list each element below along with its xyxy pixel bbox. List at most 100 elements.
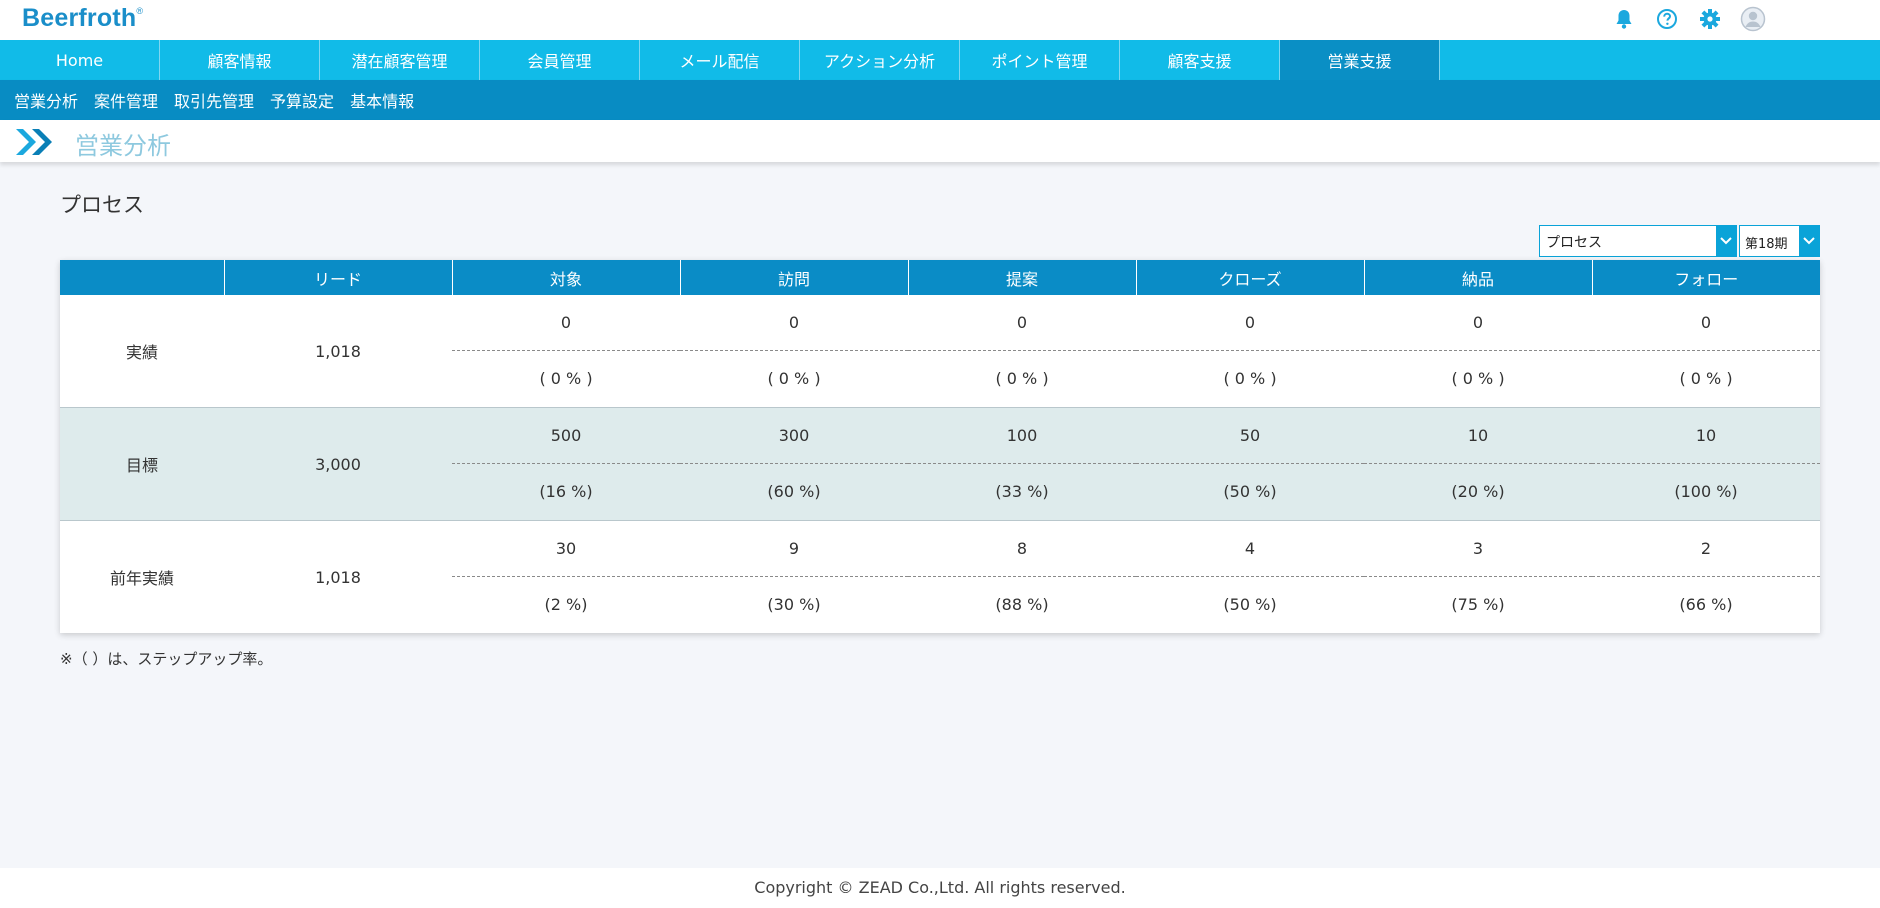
step-up-rate: ( 0 % ) xyxy=(767,369,821,388)
step-up-rate: (50 %) xyxy=(1223,595,1277,614)
column-header-delivery: 納品 xyxy=(1363,260,1592,295)
stage-cell: 300 (60 %) xyxy=(680,408,908,520)
step-up-rate: (16 %) xyxy=(539,482,593,501)
stage-value: 9 xyxy=(680,521,908,577)
stage-value: 2 xyxy=(1592,521,1820,577)
user-avatar-icon[interactable] xyxy=(1740,6,1766,32)
stage-cell: 10 (100 %) xyxy=(1592,408,1820,520)
logo-text: Beerfroth xyxy=(22,4,137,32)
page-title: 営業分析 xyxy=(75,132,171,160)
top-icons xyxy=(1611,6,1766,32)
step-up-rate: (2 %) xyxy=(544,595,588,614)
main-nav-home[interactable]: Home xyxy=(0,40,160,80)
lead-value: 1,018 xyxy=(315,341,361,361)
gear-icon[interactable] xyxy=(1697,6,1723,32)
table-row-actual: 実績 1,018 0 ( 0 % ) 0 ( 0 % ) 0 ( 0 % ) 0 ( 0… xyxy=(60,295,1820,408)
stage-cell: 0 ( 0 % ) xyxy=(1364,295,1592,407)
stage-cell: 0 ( 0 % ) xyxy=(452,295,680,407)
main-nav-action-analysis[interactable]: アクション分析 xyxy=(800,40,960,80)
help-icon[interactable] xyxy=(1654,6,1680,32)
table-header-row: リード 対象 訪問 提案 クローズ 納品 フォロー xyxy=(60,260,1820,295)
stage-value: 100 xyxy=(908,408,1136,464)
stage-cell: 0 ( 0 % ) xyxy=(680,295,908,407)
sub-nav-budget[interactable]: 予算設定 xyxy=(270,88,334,112)
stage-cell: 0 ( 0 % ) xyxy=(908,295,1136,407)
stage-value: 10 xyxy=(1592,408,1820,464)
main-nav: Home 顧客情報 潜在顧客管理 会員管理 メール配信 アクション分析 ポイント… xyxy=(0,40,1880,80)
row-label: 目標 xyxy=(60,407,224,521)
type-select[interactable]: プロセス xyxy=(1539,225,1737,257)
step-up-rate: (75 %) xyxy=(1451,595,1505,614)
footer-copyright: Copyright © ZEAD Co.,Ltd. All rights res… xyxy=(0,868,1880,908)
stage-cell: 0 ( 0 % ) xyxy=(1136,295,1364,407)
table-row-previous-year: 前年実績 1,018 30 (2 %) 9 (30 %) 8 (88 %) 4 (50 … xyxy=(60,520,1820,633)
stage-value: 10 xyxy=(1364,408,1592,464)
double-chevron-right-icon xyxy=(14,127,56,161)
stage-cell: 30 (2 %) xyxy=(452,521,680,633)
stage-value: 3 xyxy=(1364,521,1592,577)
column-header-proposal: 提案 xyxy=(907,260,1136,295)
row-label: 前年実績 xyxy=(60,520,224,633)
step-up-rate: (33 %) xyxy=(995,482,1049,501)
stage-value: 0 xyxy=(680,295,908,351)
type-select-value: プロセス xyxy=(1546,235,1602,251)
section-title: プロセス xyxy=(60,193,144,217)
lead-value: 3,000 xyxy=(224,407,452,521)
column-header-blank xyxy=(60,260,224,295)
stage-value: 8 xyxy=(908,521,1136,577)
stage-cell: 10 (20 %) xyxy=(1364,408,1592,520)
stage-cell: 500 (16 %) xyxy=(452,408,680,520)
footnote: ※（ ）は、ステップアップ率。 xyxy=(60,650,273,668)
main-nav-prospects[interactable]: 潜在顧客管理 xyxy=(320,40,480,80)
main-nav-sales-support[interactable]: 営業支援 xyxy=(1280,40,1440,80)
main-nav-customer-support[interactable]: 顧客支援 xyxy=(1120,40,1280,80)
stage-value: 0 xyxy=(908,295,1136,351)
sub-nav-sales-analysis[interactable]: 営業分析 xyxy=(14,88,78,112)
period-select[interactable]: 第18期 xyxy=(1739,225,1820,257)
stage-cell: 0 ( 0 % ) xyxy=(1592,295,1820,407)
step-up-rate: ( 0 % ) xyxy=(539,369,593,388)
process-table: リード 対象 訪問 提案 クローズ 納品 フォロー 実績 1,018 0 ( 0 … xyxy=(60,260,1820,633)
step-up-rate: (88 %) xyxy=(995,595,1049,614)
column-header-target: 対象 xyxy=(451,260,680,295)
step-up-rate: ( 0 % ) xyxy=(995,369,1049,388)
bell-icon[interactable] xyxy=(1611,6,1637,32)
sub-nav-basic-info[interactable]: 基本情報 xyxy=(350,88,414,112)
step-up-rate: (20 %) xyxy=(1451,482,1505,501)
stage-cell: 9 (30 %) xyxy=(680,521,908,633)
stage-value: 0 xyxy=(1364,295,1592,351)
stage-value: 0 xyxy=(1592,295,1820,351)
step-up-rate: (66 %) xyxy=(1679,595,1733,614)
stage-value: 4 xyxy=(1136,521,1364,577)
column-header-visit: 訪問 xyxy=(679,260,908,295)
stage-cell: 100 (33 %) xyxy=(908,408,1136,520)
stage-cell: 2 (66 %) xyxy=(1592,521,1820,633)
step-up-rate: ( 0 % ) xyxy=(1679,369,1733,388)
stage-value: 0 xyxy=(1136,295,1364,351)
table-row-goal: 目標 3,000 500 (16 %) 300 (60 %) 100 (33 %) 5… xyxy=(60,407,1820,521)
stage-cell: 3 (75 %) xyxy=(1364,521,1592,633)
stage-value: 300 xyxy=(680,408,908,464)
stage-value: 30 xyxy=(452,521,680,577)
main-nav-mail[interactable]: メール配信 xyxy=(640,40,800,80)
logo[interactable]: Beerfroth® xyxy=(22,4,143,33)
lead-value: 1,018 xyxy=(224,520,452,633)
stage-cell: 8 (88 %) xyxy=(908,521,1136,633)
step-up-rate: ( 0 % ) xyxy=(1451,369,1505,388)
column-header-lead: リード xyxy=(223,260,452,295)
sub-nav-deals[interactable]: 案件管理 xyxy=(94,88,158,112)
chevron-down-icon[interactable] xyxy=(1716,226,1736,256)
column-header-follow: フォロー xyxy=(1591,260,1820,295)
column-header-close: クローズ xyxy=(1135,260,1364,295)
stage-value: 0 xyxy=(452,295,680,351)
step-up-rate: (30 %) xyxy=(767,595,821,614)
top-bar: Beerfroth® xyxy=(0,0,1880,40)
chevron-down-icon[interactable] xyxy=(1799,226,1819,256)
step-up-rate: (100 %) xyxy=(1674,482,1738,501)
page-header: 営業分析 xyxy=(0,120,1880,162)
main-nav-customer-info[interactable]: 顧客情報 xyxy=(160,40,320,80)
sub-nav-accounts[interactable]: 取引先管理 xyxy=(174,88,254,112)
main-nav-points[interactable]: ポイント管理 xyxy=(960,40,1120,80)
main-nav-members[interactable]: 会員管理 xyxy=(480,40,640,80)
row-label: 実績 xyxy=(125,343,158,362)
